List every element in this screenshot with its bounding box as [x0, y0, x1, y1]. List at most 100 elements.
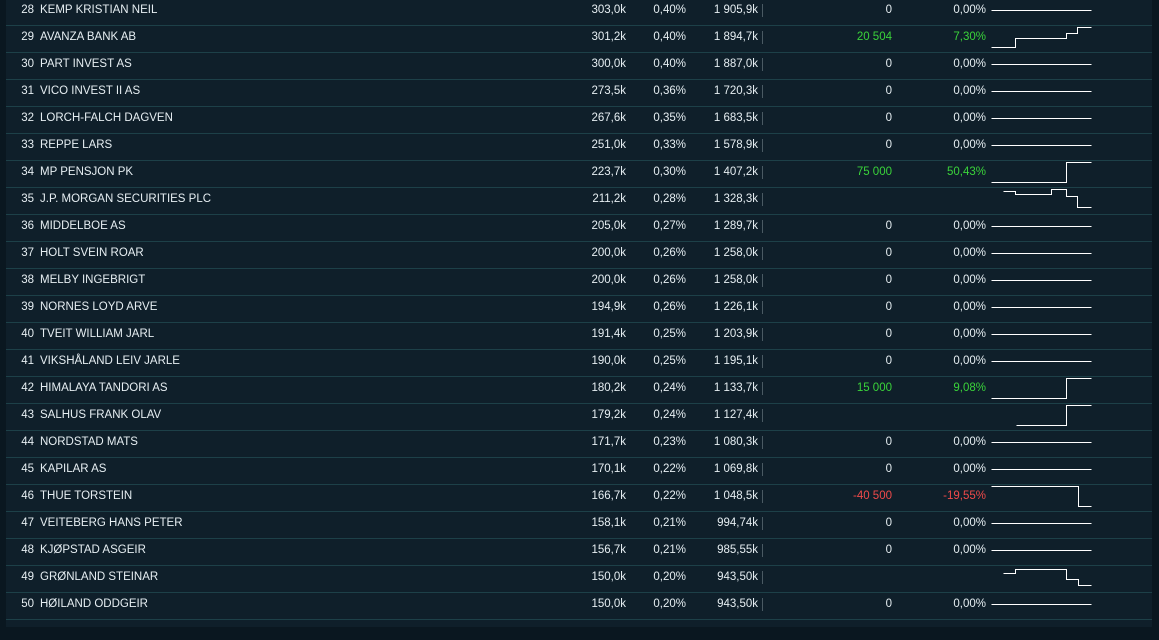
column-divider	[762, 328, 763, 341]
shares-cell: 179,2k	[591, 409, 626, 421]
table-row[interactable]: 46 THUE TORSTEIN 166,7k 0,22% 1 048,5k -40 50…	[6, 484, 1152, 512]
ownership-pct-cell: 0,22%	[653, 463, 686, 475]
rank-cell: 35	[21, 193, 34, 205]
table-row[interactable]: 48 KJØPSTAD ASGEIR 156,7k 0,21% 985,55k 0 0,00…	[6, 538, 1152, 566]
change-cell: -40 500	[852, 490, 892, 502]
value-cell: 994,74k	[717, 517, 758, 529]
rank-cell: 28	[21, 4, 34, 16]
column-divider	[762, 112, 763, 125]
ownership-pct-cell: 0,35%	[653, 112, 686, 124]
column-divider	[762, 274, 763, 287]
table-row[interactable]: 49 GRØNLAND STEINAR 150,0k 0,20% 943,50k	[6, 565, 1152, 593]
rank-cell: 40	[21, 328, 34, 340]
trend-sparkline	[1003, 189, 1092, 208]
change-pct-cell: 50,43%	[946, 166, 986, 178]
change-cell: 0	[885, 220, 892, 232]
shares-cell: 158,1k	[591, 517, 626, 529]
ownership-pct-cell: 0,40%	[653, 4, 686, 16]
trend-sparkline	[991, 307, 1092, 308]
shares-cell: 273,5k	[591, 85, 626, 97]
rank-cell: 33	[21, 139, 34, 151]
table-row[interactable]: 34 MP PENSJON PK 223,7k 0,30% 1 407,2k 75 000…	[6, 160, 1152, 188]
table-row[interactable]: 41 VIKSHÅLAND LEIV JARLE 190,0k 0,25% 1 195,…	[6, 349, 1152, 377]
rank-cell: 32	[21, 112, 34, 124]
table-row[interactable]: 29 AVANZA BANK AB 301,2k 0,40% 1 894,7k 20 50…	[6, 25, 1152, 53]
table-row[interactable]: 33 REPPE LARS 251,0k 0,33% 1 578,9k 0 0,00%	[6, 133, 1152, 161]
column-divider	[762, 382, 763, 395]
ownership-pct-cell: 0,27%	[653, 220, 686, 232]
shareholder-name: HOLT SVEIN ROAR	[40, 247, 144, 259]
shares-cell: 303,0k	[591, 4, 626, 16]
rank-cell: 45	[21, 463, 34, 475]
rank-cell: 29	[21, 31, 34, 43]
shares-cell: 190,0k	[591, 355, 626, 367]
trend-sparkline	[991, 604, 1092, 605]
table-row[interactable]: 35 J.P. MORGAN SECURITIES PLC 211,2k 0,28% 1…	[6, 187, 1152, 215]
column-divider	[762, 544, 763, 557]
shareholder-name: NORDSTAD MATS	[40, 436, 138, 448]
ownership-pct-cell: 0,40%	[653, 58, 686, 70]
column-divider	[762, 436, 763, 449]
shareholder-name: GRØNLAND STEINAR	[40, 571, 159, 583]
table-row[interactable]: 32 LORCH-FALCH DAGVEN 267,6k 0,35% 1 683,5k 0…	[6, 106, 1152, 134]
rank-cell: 44	[21, 436, 34, 448]
value-cell: 1 195,1k	[713, 355, 758, 367]
table-row[interactable]: 31 VICO INVEST II AS 273,5k 0,36% 1 720,3k 0 0…	[6, 79, 1152, 107]
change-pct-cell: 0,00%	[953, 112, 986, 124]
shareholder-name: MIDDELBOE AS	[40, 220, 126, 232]
ownership-pct-cell: 0,21%	[653, 544, 686, 556]
table-row[interactable]: 40 TVEIT WILLIAM JARL 191,4k 0,25% 1 203,9k 0…	[6, 322, 1152, 350]
rank-cell: 31	[21, 85, 34, 97]
table-row[interactable]: 38 MELBY INGEBRIGT 200,0k 0,26% 1 258,0k 0 0,0…	[6, 268, 1152, 296]
column-divider	[762, 355, 763, 368]
shares-cell: 150,0k	[591, 571, 626, 583]
trend-sparkline	[991, 226, 1092, 227]
sparkline-path	[1003, 569, 1092, 586]
column-divider	[762, 220, 763, 233]
trend-sparkline	[991, 118, 1092, 119]
table-row[interactable]: 28 KEMP KRISTIAN NEIL 303,0k 0,40% 1 905,9k 0…	[6, 0, 1152, 26]
table-row[interactable]: 45 KAPILAR AS 170,1k 0,22% 1 069,8k 0 0,00%	[6, 457, 1152, 485]
trend-sparkline	[991, 486, 1092, 507]
rank-cell: 36	[21, 220, 34, 232]
value-cell: 1 080,3k	[713, 436, 758, 448]
change-pct-cell: 0,00%	[953, 220, 986, 232]
shares-cell: 156,7k	[591, 544, 626, 556]
shares-cell: 211,2k	[592, 193, 626, 205]
shareholder-name: SALHUS FRANK OLAV	[40, 409, 162, 421]
change-cell: 75 000	[856, 166, 892, 178]
table-row[interactable]: 30 PART INVEST AS 300,0k 0,40% 1 887,0k 0 0,00…	[6, 52, 1152, 80]
shareholder-name: J.P. MORGAN SECURITIES PLC	[40, 193, 212, 205]
ownership-pct-cell: 0,20%	[653, 571, 686, 583]
table-row[interactable]: 39 NORNES LOYD ARVE 194,9k 0,26% 1 226,1k 0 0,…	[6, 295, 1152, 323]
ownership-pct-cell: 0,20%	[653, 598, 686, 610]
rank-cell: 49	[21, 571, 34, 583]
table-row[interactable]: 43 SALHUS FRANK OLAV 179,2k 0,24% 1 127,4k	[6, 403, 1152, 431]
ownership-pct-cell: 0,40%	[653, 31, 686, 43]
shares-cell: 200,0k	[591, 247, 626, 259]
trend-sparkline	[991, 469, 1092, 470]
trend-sparkline	[991, 334, 1092, 335]
table-row[interactable]: 42 HIMALAYA TANDORI AS 180,2k 0,24% 1 133,7k…	[6, 376, 1152, 404]
change-cell: 0	[885, 328, 892, 340]
shares-cell: 223,7k	[591, 166, 626, 178]
ownership-pct-cell: 0,26%	[653, 274, 686, 286]
column-divider	[762, 598, 763, 611]
trend-sparkline	[991, 550, 1092, 551]
shareholder-name: MELBY INGEBRIGT	[40, 274, 146, 286]
table-row[interactable]: 47 VEITEBERG HANS PETER 158,1k 0,21% 994,74k…	[6, 511, 1152, 539]
table-row[interactable]: 50 HØILAND ODDGEIR 150,0k 0,20% 943,50k 0 0,00…	[6, 592, 1152, 620]
rank-cell: 42	[21, 382, 34, 394]
trend-sparkline	[1003, 569, 1092, 586]
table-row[interactable]: 36 MIDDELBOE AS 205,0k 0,27% 1 289,7k 0 0,00%	[6, 214, 1152, 242]
table-row[interactable]: 37 HOLT SVEIN ROAR 200,0k 0,26% 1 258,0k 0 0,0…	[6, 241, 1152, 269]
trend-sparkline	[991, 378, 1092, 399]
shareholder-name: VICO INVEST II AS	[40, 85, 141, 97]
column-divider	[762, 4, 763, 17]
shareholder-name: HIMALAYA TANDORI AS	[40, 382, 168, 394]
column-divider	[762, 301, 763, 314]
table-row[interactable]: 44 NORDSTAD MATS 171,7k 0,23% 1 080,3k 0 0,00%	[6, 430, 1152, 458]
sparkline-path	[991, 378, 1092, 399]
change-cell: 0	[885, 301, 892, 313]
trend-sparkline	[1016, 405, 1092, 426]
